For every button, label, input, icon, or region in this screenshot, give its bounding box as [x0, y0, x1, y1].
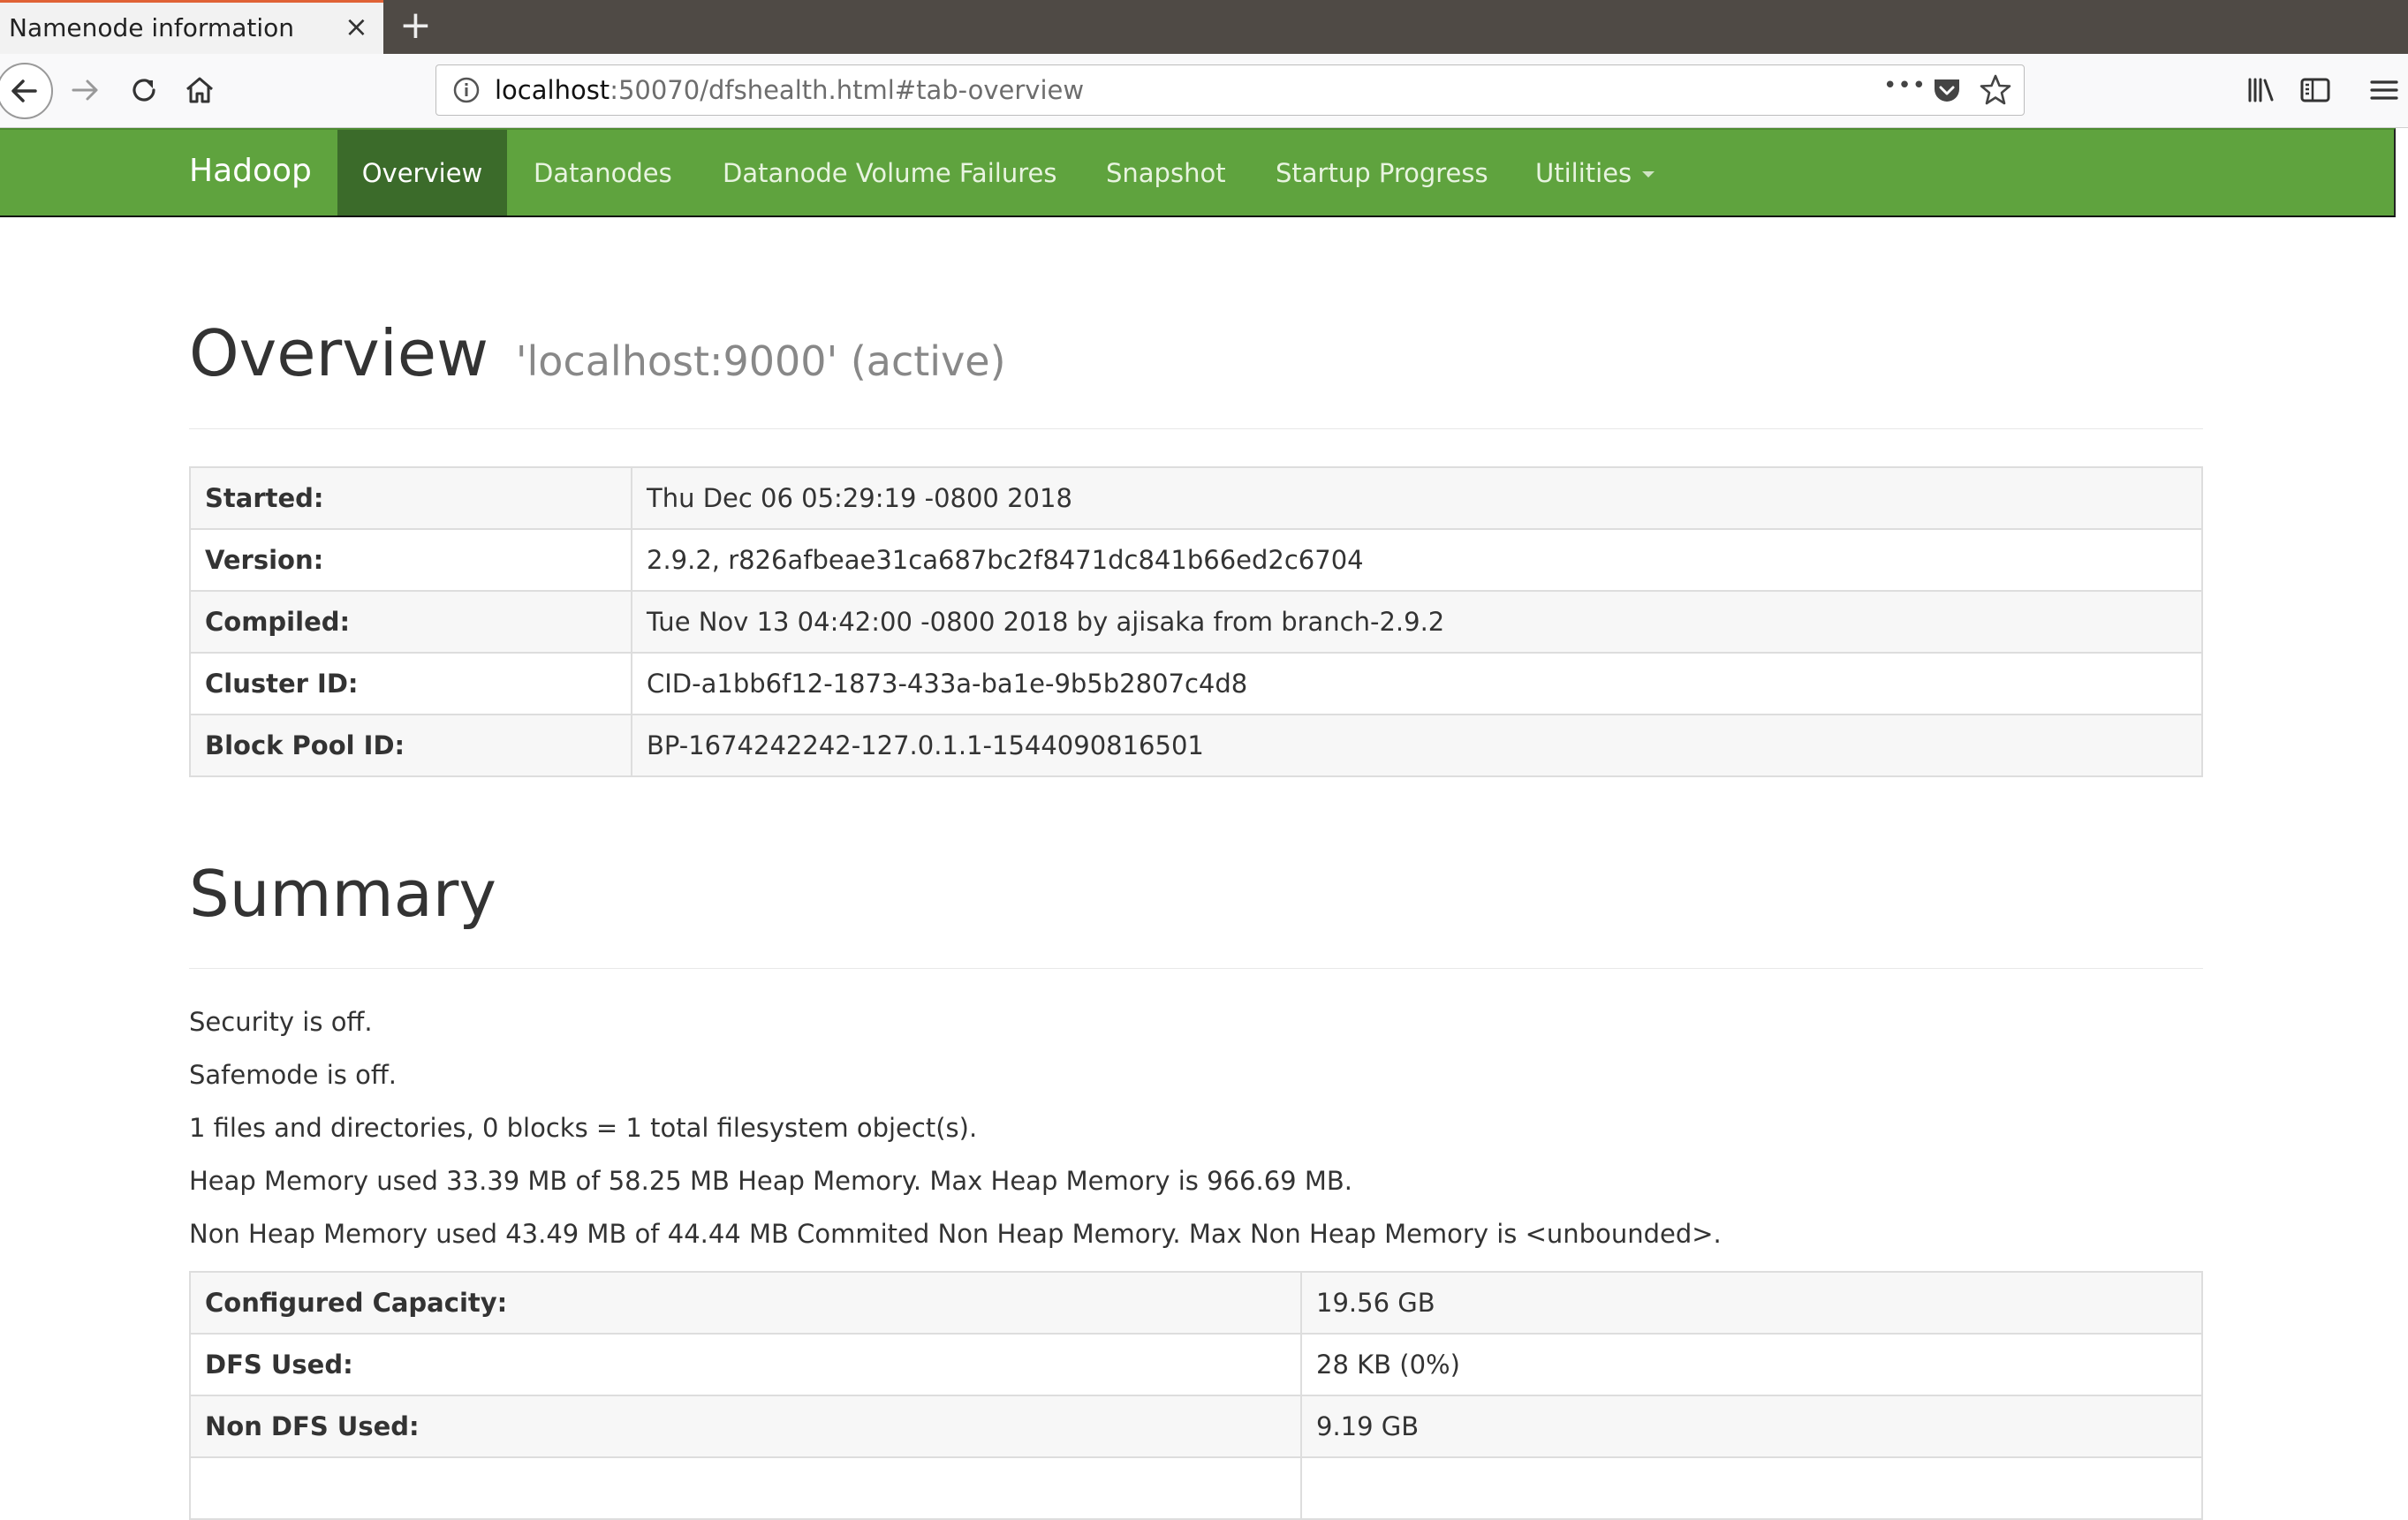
hadoop-navbar: Hadoop Overview Datanodes Datanode Volum…	[0, 128, 2396, 217]
row-key: DFS Used:	[189, 1333, 1302, 1396]
sidebar-icon	[2300, 78, 2330, 102]
divider	[189, 428, 2203, 429]
row-key: Non DFS Used:	[189, 1395, 1302, 1458]
table-row: Block Pool ID: BP-1674242242-127.0.1.1-1…	[189, 714, 2203, 777]
row-value: Thu Dec 06 05:29:19 -0800 2018	[631, 466, 2203, 530]
pocket-icon[interactable]	[1929, 72, 1965, 108]
bookmark-star-icon[interactable]	[1978, 72, 2013, 108]
nav-tab-label: Overview	[361, 157, 483, 188]
summary-line: Security is off.	[189, 1007, 373, 1037]
overview-title: Overview	[189, 316, 488, 390]
menu-button[interactable]	[2364, 70, 2404, 110]
url-text: localhost:50070/dfshealth.html#tab-overv…	[495, 75, 1084, 105]
nav-tab-utilities[interactable]: Utilities	[1535, 130, 1655, 216]
row-key: Compiled:	[189, 590, 632, 654]
nav-tab-datanodes[interactable]: Datanodes	[534, 130, 672, 216]
row-value: CID-a1bb6f12-1873-433a-ba1e-9b5b2807c4d8	[631, 652, 2203, 715]
forward-arrow-icon	[72, 79, 98, 101]
table-row	[189, 1456, 2203, 1520]
reload-button[interactable]	[124, 70, 164, 110]
library-icon	[2248, 78, 2274, 102]
site-info-icon[interactable]	[451, 74, 482, 106]
table-row: Version: 2.9.2, r826afbeae31ca687bc2f847…	[189, 528, 2203, 592]
summary-title: Summary	[189, 857, 496, 931]
browser-toolbar: localhost:50070/dfshealth.html#tab-overv…	[0, 54, 2408, 128]
row-value: 9.19 GB	[1300, 1395, 2203, 1458]
brand-logo-text[interactable]: Hadoop	[189, 153, 312, 189]
nav-tab-startup-progress[interactable]: Startup Progress	[1276, 130, 1488, 216]
table-row: Cluster ID: CID-a1bb6f12-1873-433a-ba1e-…	[189, 652, 2203, 715]
row-value: 19.56 GB	[1300, 1271, 2203, 1335]
nav-tab-snapshot[interactable]: Snapshot	[1106, 130, 1226, 216]
row-key: Configured Capacity:	[189, 1271, 1302, 1335]
nav-tab-label: Snapshot	[1106, 157, 1226, 188]
nav-tab-overview[interactable]: Overview	[337, 130, 507, 216]
nav-tab-datanode-volume-failures[interactable]: Datanode Volume Failures	[723, 130, 1056, 216]
window-edge	[2396, 128, 2408, 1489]
tab-title: Namenode information	[9, 13, 294, 42]
table-row: DFS Used: 28 KB (0%)	[189, 1333, 2203, 1396]
table-row: Configured Capacity: 19.56 GB	[189, 1271, 2203, 1335]
browser-tab-strip: Namenode information × +	[0, 0, 2408, 54]
library-button[interactable]	[2240, 70, 2281, 110]
row-key: Block Pool ID:	[189, 714, 632, 777]
overview-subtitle: 'localhost:9000' (active)	[515, 337, 1006, 385]
sidebar-button[interactable]	[2295, 70, 2336, 110]
home-button[interactable]	[179, 70, 220, 110]
dropdown-caret-icon	[1642, 171, 1655, 178]
row-key: Version:	[189, 528, 632, 592]
reload-icon	[133, 79, 155, 102]
summary-line: Heap Memory used 33.39 MB of 58.25 MB He…	[189, 1166, 1352, 1196]
back-arrow-icon	[11, 79, 37, 102]
url-path: :50070/dfshealth.html#tab-overview	[610, 75, 1085, 105]
back-button[interactable]	[0, 63, 53, 119]
hamburger-menu-icon	[2370, 80, 2398, 100]
nav-tab-label: Datanodes	[534, 157, 672, 188]
divider	[189, 968, 2203, 969]
url-host: localhost	[495, 75, 610, 105]
row-key: Started:	[189, 466, 632, 530]
page-actions-icon[interactable]: •••	[1883, 72, 1927, 99]
summary-table: Configured Capacity: 19.56 GB DFS Used: …	[189, 1271, 2203, 1520]
row-value: 2.9.2, r826afbeae31ca687bc2f8471dc841b66…	[631, 528, 2203, 592]
row-value	[1300, 1456, 2203, 1520]
table-row: Non DFS Used: 9.19 GB	[189, 1395, 2203, 1458]
table-row: Started: Thu Dec 06 05:29:19 -0800 2018	[189, 466, 2203, 530]
nav-tab-label: Startup Progress	[1276, 157, 1488, 188]
new-tab-icon[interactable]: +	[399, 4, 432, 48]
url-bar[interactable]: localhost:50070/dfshealth.html#tab-overv…	[435, 64, 2025, 116]
nav-tab-label: Utilities	[1535, 157, 1632, 188]
overview-table: Started: Thu Dec 06 05:29:19 -0800 2018 …	[189, 466, 2203, 777]
table-row: Compiled: Tue Nov 13 04:42:00 -0800 2018…	[189, 590, 2203, 654]
overview-heading: Overview 'localhost:9000' (active)	[189, 316, 1006, 390]
summary-line: 1 files and directories, 0 blocks = 1 to…	[189, 1113, 978, 1143]
row-value: 28 KB (0%)	[1300, 1333, 2203, 1396]
row-key: Cluster ID:	[189, 652, 632, 715]
summary-line: Non Heap Memory used 43.49 MB of 44.44 M…	[189, 1219, 1722, 1249]
home-icon	[186, 77, 213, 103]
nav-tab-label: Datanode Volume Failures	[723, 157, 1057, 188]
forward-button[interactable]	[65, 70, 106, 110]
row-key	[189, 1456, 1302, 1520]
summary-line: Safemode is off.	[189, 1060, 398, 1090]
browser-tab[interactable]: Namenode information ×	[0, 0, 383, 54]
row-value: Tue Nov 13 04:42:00 -0800 2018 by ajisak…	[631, 590, 2203, 654]
tab-close-icon[interactable]: ×	[345, 12, 368, 41]
row-value: BP-1674242242-127.0.1.1-1544090816501	[631, 714, 2203, 777]
